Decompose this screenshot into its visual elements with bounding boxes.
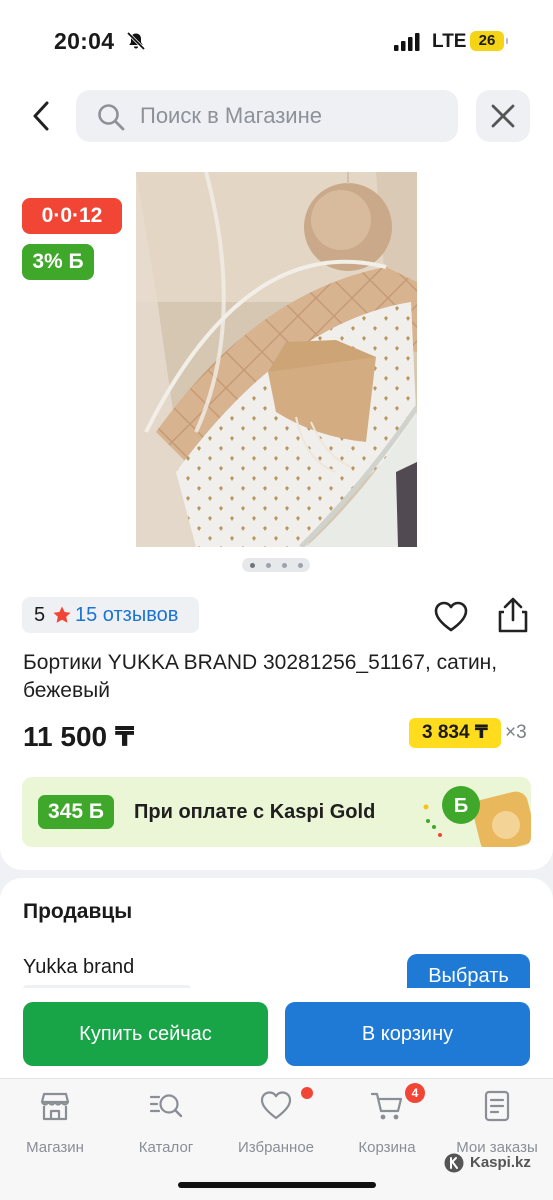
search-input[interactable] (140, 90, 440, 142)
seller-name[interactable]: Yukka brand (23, 956, 134, 979)
product-title: Бортики YUKKA BRAND 30281256_51167, сати… (23, 651, 498, 702)
product-card: 0·0·12 3% Б 5 15 отзывов Бортики YUKKA B… (0, 160, 553, 870)
search-header (0, 80, 553, 160)
nav-item-catalog[interactable]: Каталог (111, 1089, 221, 1159)
carousel-dot (298, 563, 303, 568)
network-type: LTE (432, 31, 467, 52)
watermark-text: Kaspi.kz (470, 1154, 531, 1171)
status-time: 20:04 (54, 28, 115, 54)
share-button[interactable] (496, 596, 530, 634)
back-button[interactable] (22, 94, 62, 138)
reviews-link[interactable]: 15 отзывов (75, 604, 178, 627)
nav-item-orders[interactable]: Мои заказы (442, 1089, 552, 1159)
bonus-badge: 3% Б (22, 244, 94, 280)
chevron-left-icon (33, 101, 49, 131)
nav-label: Корзина (358, 1139, 416, 1156)
heart-icon (434, 601, 468, 632)
carousel-dot (282, 563, 287, 568)
status-bar: 20:04 LTE 26 (0, 0, 553, 80)
timer-badge: 0·0·12 (22, 198, 122, 234)
add-to-cart-button[interactable]: В корзину (285, 1002, 530, 1066)
action-bar: Купить сейчас В корзину (0, 988, 553, 1080)
gold-bonus-badge: 345 Б (38, 795, 114, 829)
nav-label: Избранное (237, 1139, 315, 1156)
sellers-title: Продавцы (23, 900, 133, 923)
favorites-notification-dot (301, 1087, 313, 1099)
shop-icon (40, 1092, 70, 1121)
kaspi-gold-card-icon: Б (423, 786, 531, 847)
carousel-dot (266, 563, 271, 568)
rating-value: 5 (34, 604, 46, 626)
product-price: 11 500 ₸ (23, 721, 135, 752)
carousel-dot (250, 563, 255, 568)
close-icon (491, 104, 515, 128)
close-button[interactable] (476, 90, 530, 142)
installment-badge[interactable]: 3 834 ₸ (409, 718, 501, 748)
carousel-indicator[interactable] (242, 558, 310, 572)
orders-icon (484, 1090, 510, 1122)
product-photo[interactable] (136, 172, 417, 547)
battery-indicator: 26 (470, 31, 508, 51)
cart-count-badge: 4 (405, 1083, 425, 1103)
favorite-button[interactable] (433, 600, 469, 634)
nav-item-favorites[interactable]: Избранное (221, 1089, 331, 1159)
bell-muted-icon (126, 31, 146, 51)
share-icon (498, 597, 528, 633)
star-icon (53, 606, 71, 623)
cart-icon (370, 1092, 403, 1120)
nav-item-shop[interactable]: Магазин (0, 1089, 110, 1159)
search-icon (98, 104, 125, 131)
gold-banner-text: При оплате с Kaspi Gold (134, 801, 376, 823)
catalog-icon (149, 1094, 183, 1118)
rating-pill[interactable]: 5 15 отзывов (22, 597, 199, 633)
search-box[interactable] (76, 90, 458, 142)
nav-label: Каталог (138, 1139, 194, 1156)
buy-now-button[interactable]: Купить сейчас (23, 1002, 268, 1066)
nav-item-cart[interactable]: Корзина (332, 1089, 442, 1159)
home-indicator[interactable] (178, 1182, 376, 1188)
heart-icon (260, 1091, 292, 1120)
product-page: 20:04 LTE 26 Поиск в Магазине 0·0·12 3% … (0, 0, 553, 1200)
installment-multiplier: ×3 (505, 722, 527, 743)
svg-text:Б: Б (454, 795, 468, 817)
signal-icon (394, 33, 420, 51)
kaspi-watermark: Kaspi.kz (444, 1153, 544, 1175)
crib-image (136, 172, 417, 547)
kaspi-logo-icon (444, 1153, 464, 1173)
kaspi-gold-banner[interactable]: 345 Б При оплате с Kaspi Gold Б (22, 777, 531, 847)
nav-label: Магазин (26, 1139, 84, 1156)
